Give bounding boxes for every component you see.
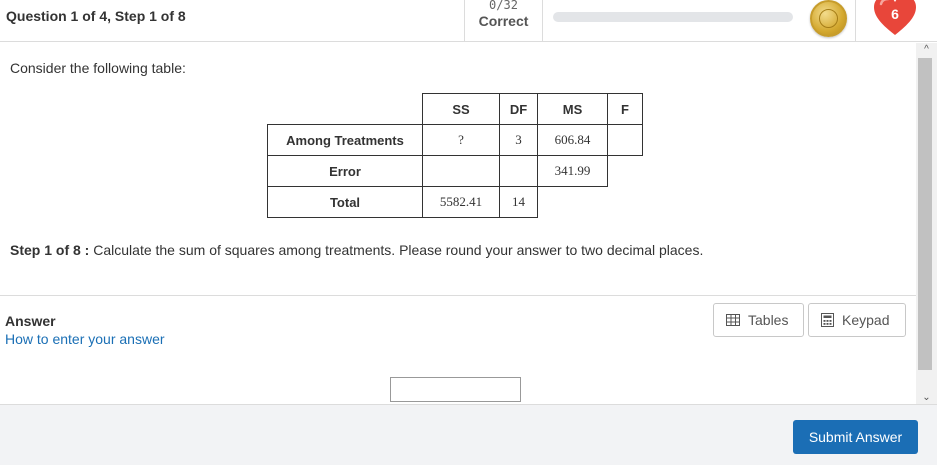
coin-icon[interactable] [810, 0, 847, 37]
header-bar: Question 1 of 4, Step 1 of 8 0/32 Correc… [0, 0, 937, 42]
table-corner [267, 93, 423, 125]
column-header-ms: MS [537, 93, 608, 125]
how-to-enter-answer-link[interactable]: How to enter your answer [5, 331, 165, 347]
table-header-row: SS DF MS F [267, 93, 643, 125]
score-box: 0/32 Correct [464, 0, 543, 42]
score-fraction: 0/32 [489, 0, 518, 12]
scroll-down-arrow-icon[interactable]: ⌄ [916, 391, 937, 405]
footer-bar: Submit Answer [0, 404, 937, 465]
tables-button-label: Tables [748, 312, 789, 328]
cell-total-ss: 5582.41 [422, 186, 500, 218]
column-header-ss: SS [422, 93, 500, 125]
progress-bar [553, 12, 793, 22]
cell-among-ms: 606.84 [537, 124, 608, 156]
question-intro: Consider the following table: [10, 60, 186, 76]
column-header-f: F [607, 93, 643, 125]
cell-among-df: 3 [499, 124, 538, 156]
score-status: Correct [478, 13, 529, 29]
scrollbar[interactable]: ^ ⌄ [916, 43, 937, 405]
answer-title: Answer [5, 313, 56, 329]
table-row: Total 5582.41 14 [267, 186, 643, 218]
row-label-among-treatments: Among Treatments [267, 124, 423, 156]
table-row: Among Treatments ? 3 606.84 [267, 124, 643, 156]
column-header-df: DF [499, 93, 538, 125]
row-label-error: Error [267, 155, 423, 187]
keypad-button-label: Keypad [842, 312, 890, 328]
row-label-total: Total [267, 186, 423, 218]
submit-answer-button[interactable]: Submit Answer [793, 420, 918, 454]
cell-error-f-empty [608, 156, 643, 187]
scroll-thumb[interactable] [918, 58, 932, 370]
table-row: Error 341.99 [267, 155, 643, 187]
step-prompt: Calculate the sum of squares among treat… [93, 242, 704, 258]
cell-among-f [607, 124, 643, 156]
cell-total-ms-empty [538, 187, 608, 218]
cell-total-f-empty [608, 187, 643, 218]
cell-error-df [499, 155, 538, 187]
answer-input[interactable] [390, 377, 521, 402]
step-label: Step 1 of 8 : [10, 242, 90, 258]
coin-area [800, 0, 856, 42]
keypad-button[interactable]: Keypad [808, 303, 906, 337]
hearts-count: 6 [891, 6, 899, 22]
cell-among-ss: ? [422, 124, 500, 156]
step-instruction: Step 1 of 8 : Calculate the sum of squar… [10, 242, 703, 258]
question-label: Question 1 of 4, Step 1 of 8 [6, 8, 186, 24]
coin-emblem [819, 9, 838, 28]
cell-total-df: 14 [499, 186, 538, 218]
calculator-icon [821, 313, 834, 327]
answer-divider [0, 295, 916, 296]
tables-button[interactable]: Tables [713, 303, 804, 337]
anova-table: SS DF MS F Among Treatments ? 3 606.84 E… [267, 93, 643, 218]
scroll-up-arrow-icon[interactable]: ^ [916, 43, 937, 57]
table-grid-icon [726, 314, 740, 326]
cell-error-ss [422, 155, 500, 187]
question-area: Consider the following table: SS DF MS F… [0, 43, 916, 295]
cell-error-ms: 341.99 [537, 155, 608, 187]
